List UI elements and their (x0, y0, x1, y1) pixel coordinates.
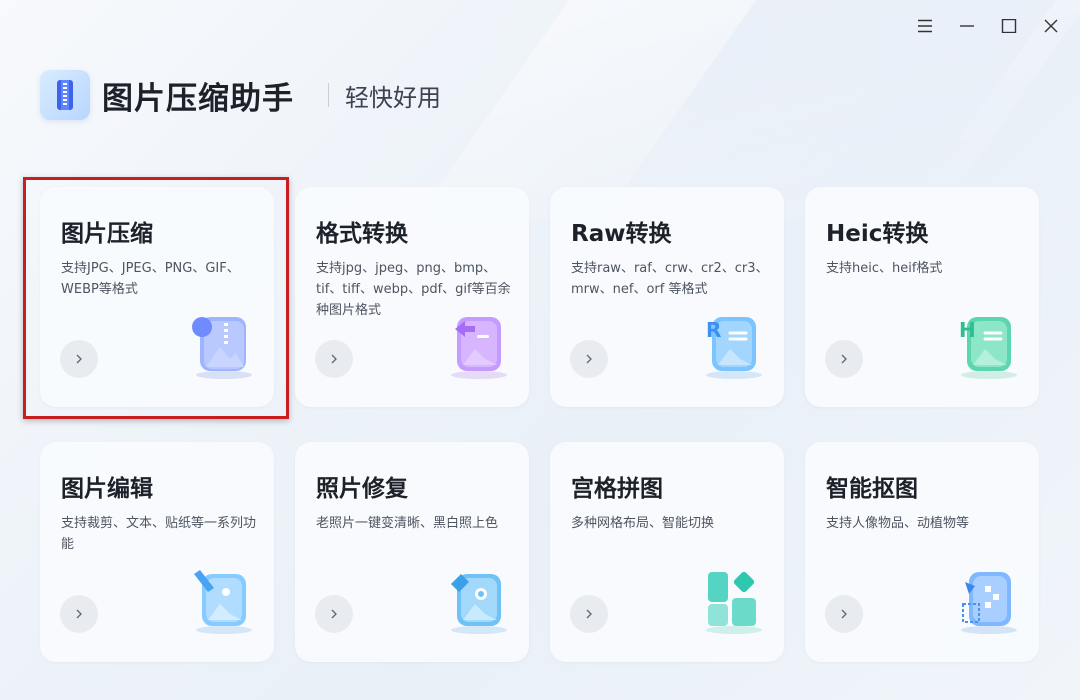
card-description: 支持人像物品、动植物等 (826, 516, 970, 531)
app-title: 图片压缩助手 (102, 80, 294, 117)
feature-card-smart-cutout[interactable]: 智能抠图 支持人像物品、动植物等 (805, 442, 1039, 662)
card-title: 宫格拼图 (571, 476, 663, 502)
feature-card-image-edit[interactable]: 图片编辑 支持裁剪、文本、贴纸等一系列功能 (40, 442, 274, 662)
feature-card-photo-repair[interactable]: 照片修复 老照片一键变清晰、黑白照上色 (295, 442, 529, 662)
maximize-icon (1001, 19, 1017, 33)
close-button[interactable] (1032, 12, 1070, 40)
photo-repair-icon (451, 574, 507, 634)
app-subtitle: 轻快好用 (345, 83, 441, 112)
raw-convert-icon: R (706, 317, 762, 379)
card-description: 多种网格布局、智能切换 (571, 516, 715, 531)
open-button[interactable] (60, 340, 98, 378)
chevron-right-icon (841, 354, 847, 364)
chevron-right-icon (76, 609, 82, 619)
heic-convert-icon: H (959, 317, 1017, 379)
open-button[interactable] (315, 595, 353, 633)
minimize-button[interactable] (948, 12, 986, 40)
close-icon (1044, 19, 1058, 33)
card-title: 照片修复 (316, 476, 408, 502)
feature-card-image-compress[interactable]: 图片压缩 支持JPG、JPEG、PNG、GIF、WEBP等格式 (40, 187, 274, 407)
open-button[interactable] (60, 595, 98, 633)
card-title: Raw转换 (571, 221, 672, 247)
card-description: 支持JPG、JPEG、PNG、GIF、WEBP等格式 (61, 261, 240, 297)
card-description: 支持裁剪、文本、贴纸等一系列功能 (61, 516, 257, 552)
open-button[interactable] (570, 340, 608, 378)
chevron-right-icon (841, 609, 847, 619)
open-button[interactable] (570, 595, 608, 633)
smart-cutout-icon (961, 572, 1017, 634)
header-divider (328, 83, 329, 107)
feature-card-grid-collage[interactable]: 宫格拼图 多种网格布局、智能切换 (550, 442, 784, 662)
feature-card-heic-convert[interactable]: Heic转换 支持heic、heif格式 H (805, 187, 1039, 407)
chevron-right-icon (331, 354, 337, 364)
menu-button[interactable] (906, 12, 944, 40)
card-title: 智能抠图 (826, 476, 918, 502)
zip-image-icon (192, 317, 252, 379)
menu-icon (918, 19, 932, 33)
chevron-right-icon (76, 354, 82, 364)
card-title: Heic转换 (826, 221, 929, 247)
window-controls (906, 12, 1070, 40)
card-description: 老照片一键变清晰、黑白照上色 (316, 516, 499, 531)
svg-text:R: R (706, 318, 721, 342)
card-description: 支持heic、heif格式 (826, 261, 943, 276)
open-button[interactable] (825, 340, 863, 378)
card-title: 图片压缩 (61, 221, 153, 247)
open-button[interactable] (825, 595, 863, 633)
image-edit-icon (194, 570, 252, 634)
feature-card-raw-convert[interactable]: Raw转换 支持raw、raf、crw、cr2、cr3、mrw、nef、orf … (550, 187, 784, 407)
open-button[interactable] (315, 340, 353, 378)
format-convert-icon (451, 317, 507, 379)
app-window: 图片压缩助手 轻快好用 图片压缩 支持JPG、JPEG、PNG、GIF、WEBP… (0, 0, 1080, 700)
card-title: 格式转换 (316, 221, 408, 247)
chevron-right-icon (586, 609, 592, 619)
grid-collage-icon (706, 571, 762, 634)
zipper-logo-icon (57, 80, 73, 110)
svg-text:H: H (959, 318, 976, 342)
card-description: 支持raw、raf、crw、cr2、cr3、mrw、nef、orf 等格式 (571, 261, 769, 297)
chevron-right-icon (331, 609, 337, 619)
app-header: 图片压缩助手 轻快好用 (40, 70, 441, 120)
minimize-icon (960, 25, 974, 27)
feature-card-format-convert[interactable]: 格式转换 支持jpg、jpeg、png、bmp、tif、tiff、webp、pd… (295, 187, 529, 407)
maximize-button[interactable] (990, 12, 1028, 40)
card-title: 图片编辑 (61, 476, 153, 502)
app-logo (40, 70, 90, 120)
chevron-right-icon (586, 354, 592, 364)
